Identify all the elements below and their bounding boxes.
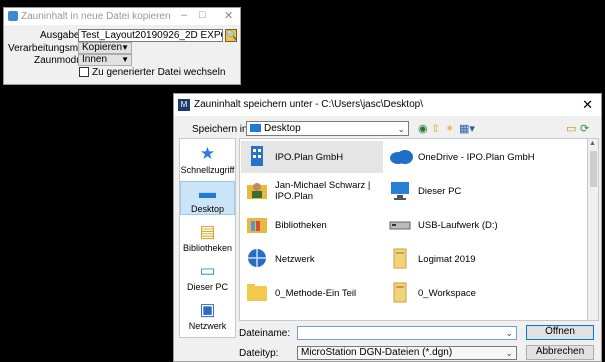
switch-file-label: Zu generierter Datei wechseln bbox=[92, 67, 226, 78]
save-in-select[interactable]: Desktop ⌄ bbox=[246, 121, 409, 136]
filetype-value: MicroStation DGN-Dateien (*.dgn) bbox=[301, 347, 453, 358]
place-label: Bibliotheken bbox=[182, 243, 233, 253]
filename-label: Dateiname: bbox=[239, 328, 291, 339]
app-icon bbox=[8, 11, 18, 21]
computer-icon: ▭ bbox=[199, 261, 216, 280]
item-name: Dieser PC bbox=[418, 186, 462, 197]
network-icon bbox=[245, 247, 269, 269]
scroll-up-icon[interactable]: ▲ bbox=[589, 140, 596, 147]
scrollbar-thumb[interactable] bbox=[590, 151, 597, 187]
title-bar: Zauninhalt in neue Datei kopieren – □ ✕ bbox=[4, 8, 240, 25]
place-desktop[interactable]: ▬ Desktop bbox=[180, 181, 235, 215]
new-folder-icon[interactable]: ✶ bbox=[445, 123, 454, 135]
switch-file-checkbox[interactable] bbox=[79, 67, 89, 77]
library-icon: ▤ bbox=[199, 222, 216, 241]
user-folder-icon bbox=[245, 179, 269, 201]
dialog-title: Zauninhalt in neue Datei kopieren bbox=[21, 11, 171, 22]
chevron-down-icon: ⌄ bbox=[397, 124, 405, 134]
star-icon: ★ bbox=[199, 144, 216, 163]
usb-drive-icon bbox=[388, 213, 412, 235]
place-label: Schnellzugriff bbox=[180, 165, 235, 175]
title-bar: M Zauninhalt speichern unter - C:\Users\… bbox=[174, 94, 601, 116]
chevron-down-icon: ⌄ bbox=[505, 348, 513, 358]
computer-icon bbox=[388, 179, 412, 201]
fence-mode-value: Innen bbox=[82, 54, 108, 65]
close-icon[interactable]: ✕ bbox=[224, 9, 233, 22]
fence-mode-select[interactable]: Innen ▼ bbox=[78, 54, 132, 66]
library-icon bbox=[245, 213, 269, 235]
list-item[interactable]: Bibliotheken bbox=[241, 209, 383, 241]
dialog-title: Zauninhalt speichern unter - C:\Users\ja… bbox=[194, 99, 423, 110]
open-button[interactable]: Öffnen bbox=[526, 325, 594, 340]
filename-input[interactable]: ⌄ bbox=[297, 326, 517, 340]
minimize-icon[interactable]: – bbox=[181, 9, 187, 21]
item-name: Logimat 2019 bbox=[418, 254, 476, 265]
folder-icon bbox=[388, 281, 412, 303]
item-name: USB-Laufwerk (D:) bbox=[418, 220, 498, 231]
cloud-icon bbox=[388, 145, 413, 167]
place-quick-access[interactable]: ★ Schnellzugriff bbox=[180, 144, 235, 176]
chevron-down-icon: ⌄ bbox=[505, 328, 513, 338]
folder-icon bbox=[388, 247, 412, 269]
item-name: OneDrive - IPO.Plan GmbH bbox=[418, 152, 535, 163]
list-item[interactable]: 0_Workspace bbox=[384, 277, 584, 309]
list-item[interactable]: 0_Methode-Ein Teil bbox=[241, 277, 383, 309]
folder-icon[interactable]: ▭ bbox=[566, 123, 576, 135]
desktop-icon: ▬ bbox=[199, 183, 216, 202]
list-item[interactable]: Logimat 2019 bbox=[384, 243, 584, 275]
output-file-field[interactable]: Test_Layout20190926_2D EXPORT_Mode bbox=[78, 29, 223, 42]
item-name: 0_Workspace bbox=[418, 288, 476, 299]
place-this-pc[interactable]: ▭ Dieser PC bbox=[180, 261, 235, 293]
item-name: IPO.Plan GmbH bbox=[275, 152, 344, 163]
item-name: Jan-Michael Schwarz | IPO.Plan bbox=[275, 180, 371, 202]
cancel-button[interactable]: Abbrechen bbox=[526, 345, 594, 360]
close-icon[interactable]: ✕ bbox=[582, 97, 593, 113]
places-bar: ★ Schnellzugriff ▬ Desktop ▤ Bibliotheke… bbox=[179, 138, 236, 338]
processing-mode-value: Kopieren bbox=[82, 42, 123, 53]
refresh-icon[interactable]: ⟳ bbox=[580, 123, 589, 135]
search-file-icon[interactable]: 🔍 bbox=[225, 29, 237, 42]
processing-mode-select[interactable]: Kopieren ▼ bbox=[78, 42, 132, 54]
list-item[interactable]: Netzwerk bbox=[241, 243, 383, 275]
place-libraries[interactable]: ▤ Bibliotheken bbox=[180, 222, 235, 254]
chevron-down-icon: ▼ bbox=[121, 43, 129, 52]
network-icon: ▣ bbox=[199, 300, 216, 319]
fence-copy-dialog: Zauninhalt in neue Datei kopieren – □ ✕ … bbox=[3, 7, 241, 85]
save-in-label: Speichern in: bbox=[192, 124, 251, 135]
list-item[interactable]: Dieser PC bbox=[384, 175, 584, 207]
building-icon bbox=[245, 145, 269, 167]
list-item[interactable]: USB-Laufwerk (D:) bbox=[384, 209, 584, 241]
save-as-dialog: M Zauninhalt speichern unter - C:\Users\… bbox=[173, 93, 602, 362]
item-name: Bibliotheken bbox=[275, 220, 327, 231]
desktop-icon bbox=[250, 124, 261, 132]
filetype-select[interactable]: MicroStation DGN-Dateien (*.dgn) ⌄ bbox=[297, 346, 517, 360]
file-list: IPO.Plan GmbH OneDrive - IPO.Plan GmbH J… bbox=[239, 138, 588, 321]
chevron-down-icon: ▼ bbox=[121, 55, 129, 64]
maximize-icon[interactable]: □ bbox=[199, 9, 206, 21]
place-label: Desktop bbox=[190, 204, 225, 214]
filetype-label: Dateityp: bbox=[239, 348, 279, 359]
microstation-icon: M bbox=[178, 99, 190, 111]
item-name: 0_Methode-Ein Teil bbox=[275, 288, 357, 299]
place-label: Dieser PC bbox=[186, 282, 228, 292]
place-network[interactable]: ▣ Netzwerk bbox=[180, 300, 235, 332]
item-name: Netzwerk bbox=[275, 254, 315, 265]
list-item[interactable]: Jan-Michael Schwarz | IPO.Plan bbox=[241, 175, 383, 207]
back-icon[interactable]: ◉ bbox=[418, 123, 428, 135]
vertical-scrollbar[interactable]: ▲ bbox=[587, 138, 599, 321]
place-label: Netzwerk bbox=[188, 321, 227, 331]
up-folder-icon[interactable]: ⇧ bbox=[431, 123, 440, 135]
folder-icon bbox=[245, 281, 269, 303]
list-item[interactable]: OneDrive - IPO.Plan GmbH bbox=[384, 141, 584, 173]
save-in-value: Desktop bbox=[264, 123, 301, 134]
list-item[interactable]: IPO.Plan GmbH bbox=[241, 141, 383, 173]
view-menu-icon[interactable]: ▦▾ bbox=[459, 123, 475, 135]
